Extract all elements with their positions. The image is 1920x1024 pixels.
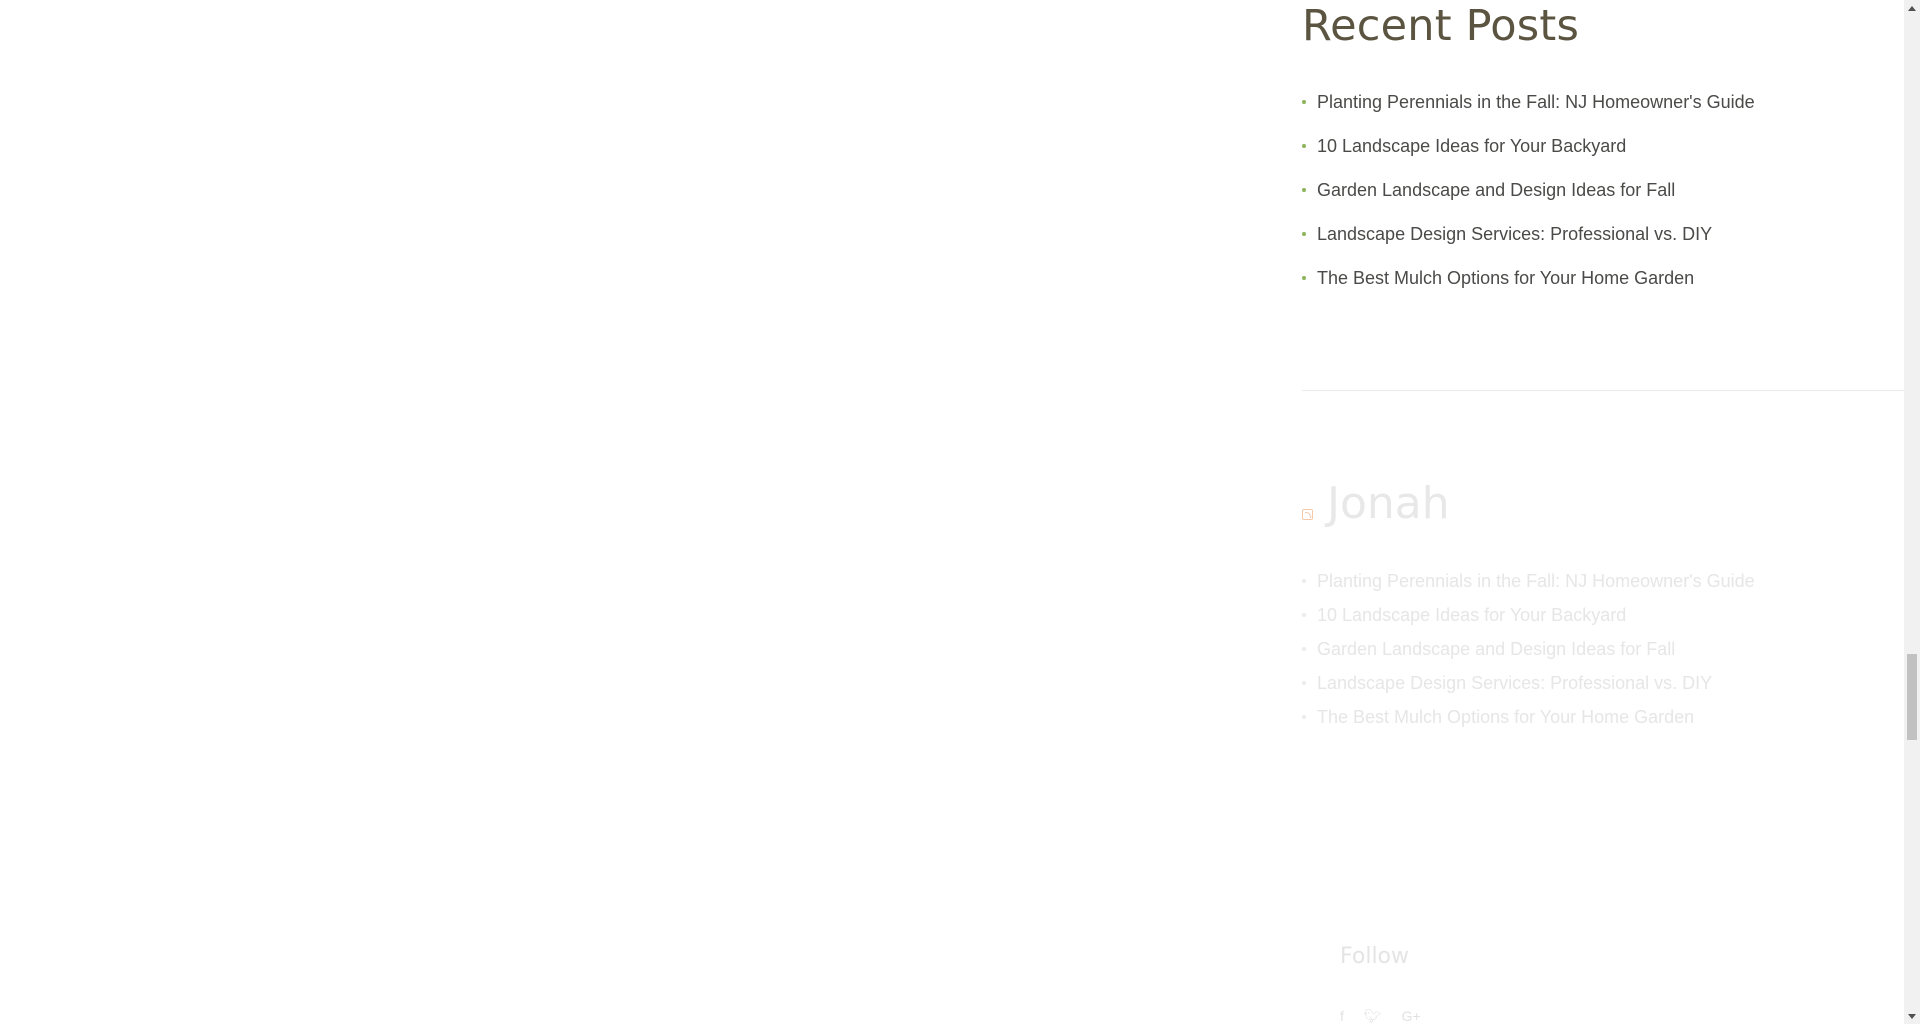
rss-item-label: Landscape Design Services: Professional …: [1317, 673, 1713, 693]
rss-item-link[interactable]: 10 Landscape Ideas for Your Backyard: [1302, 598, 1755, 632]
arrow-down-icon: [1908, 1013, 1916, 1019]
bullet-icon: [1302, 647, 1306, 651]
follow-heading: Follow: [1340, 944, 1410, 969]
rss-item-label: Garden Landscape and Design Ideas for Fa…: [1317, 639, 1676, 659]
twitter-icon[interactable]: 🐦︎: [1364, 1008, 1382, 1024]
scroll-thumb[interactable]: [1907, 654, 1917, 740]
recent-post-link[interactable]: Landscape Design Services: Professional …: [1302, 214, 1755, 258]
google-plus-icon[interactable]: G+: [1402, 1008, 1421, 1024]
scroll-down-button[interactable]: [1904, 1008, 1920, 1024]
rss-list: Planting Perennials in the Fall: NJ Home…: [1302, 564, 1755, 734]
bullet-icon: [1302, 232, 1306, 236]
bullet-icon: [1302, 579, 1306, 583]
recent-post-link[interactable]: 10 Landscape Ideas for Your Backyard: [1302, 126, 1755, 170]
rss-item-link[interactable]: Landscape Design Services: Professional …: [1302, 666, 1755, 700]
rss-header: Jonah: [1302, 472, 1904, 532]
page: Recent Posts Planting Perennials in the …: [0, 0, 1920, 1024]
recent-post-label: The Best Mulch Options for Your Home Gar…: [1317, 268, 1695, 288]
rss-item-label: Planting Perennials in the Fall: NJ Home…: [1317, 571, 1755, 591]
rss-item-label: The Best Mulch Options for Your Home Gar…: [1317, 707, 1695, 727]
bullet-icon: [1302, 276, 1306, 280]
rss-item-link[interactable]: The Best Mulch Options for Your Home Gar…: [1302, 700, 1755, 734]
social-links: f 🐦︎ G+: [1340, 1008, 1421, 1024]
scroll-up-button[interactable]: [1904, 0, 1920, 16]
recent-post-label: Landscape Design Services: Professional …: [1317, 224, 1713, 244]
rss-item-link[interactable]: Garden Landscape and Design Ideas for Fa…: [1302, 632, 1755, 666]
rss-title[interactable]: Jonah: [1327, 476, 1450, 532]
recent-post-label: 10 Landscape Ideas for Your Backyard: [1317, 136, 1627, 156]
recent-post-link[interactable]: The Best Mulch Options for Your Home Gar…: [1302, 258, 1755, 302]
bullet-icon: [1302, 715, 1306, 719]
arrow-up-icon: [1908, 5, 1916, 11]
rss-icon[interactable]: [1302, 509, 1313, 520]
bullet-icon: [1302, 613, 1306, 617]
rss-item-label: 10 Landscape Ideas for Your Backyard: [1317, 605, 1627, 625]
rss-widget: Jonah Planting Perennials in the Fall: N…: [1302, 472, 1904, 727]
bullet-icon: [1302, 681, 1306, 685]
vertical-scrollbar[interactable]: [1904, 0, 1920, 1024]
recent-post-label: Garden Landscape and Design Ideas for Fa…: [1317, 180, 1676, 200]
recent-posts-title: Recent Posts: [1302, 1, 1580, 51]
rss-item-link[interactable]: Planting Perennials in the Fall: NJ Home…: [1302, 564, 1755, 598]
recent-posts-list: Planting Perennials in the Fall: NJ Home…: [1302, 82, 1755, 302]
facebook-icon[interactable]: f: [1340, 1008, 1344, 1024]
section-divider: [1302, 390, 1904, 391]
bullet-icon: [1302, 188, 1306, 192]
recent-post-link[interactable]: Garden Landscape and Design Ideas for Fa…: [1302, 170, 1755, 214]
recent-post-label: Planting Perennials in the Fall: NJ Home…: [1317, 92, 1755, 112]
recent-post-link[interactable]: Planting Perennials in the Fall: NJ Home…: [1302, 82, 1755, 126]
bullet-icon: [1302, 144, 1306, 148]
bullet-icon: [1302, 100, 1306, 104]
